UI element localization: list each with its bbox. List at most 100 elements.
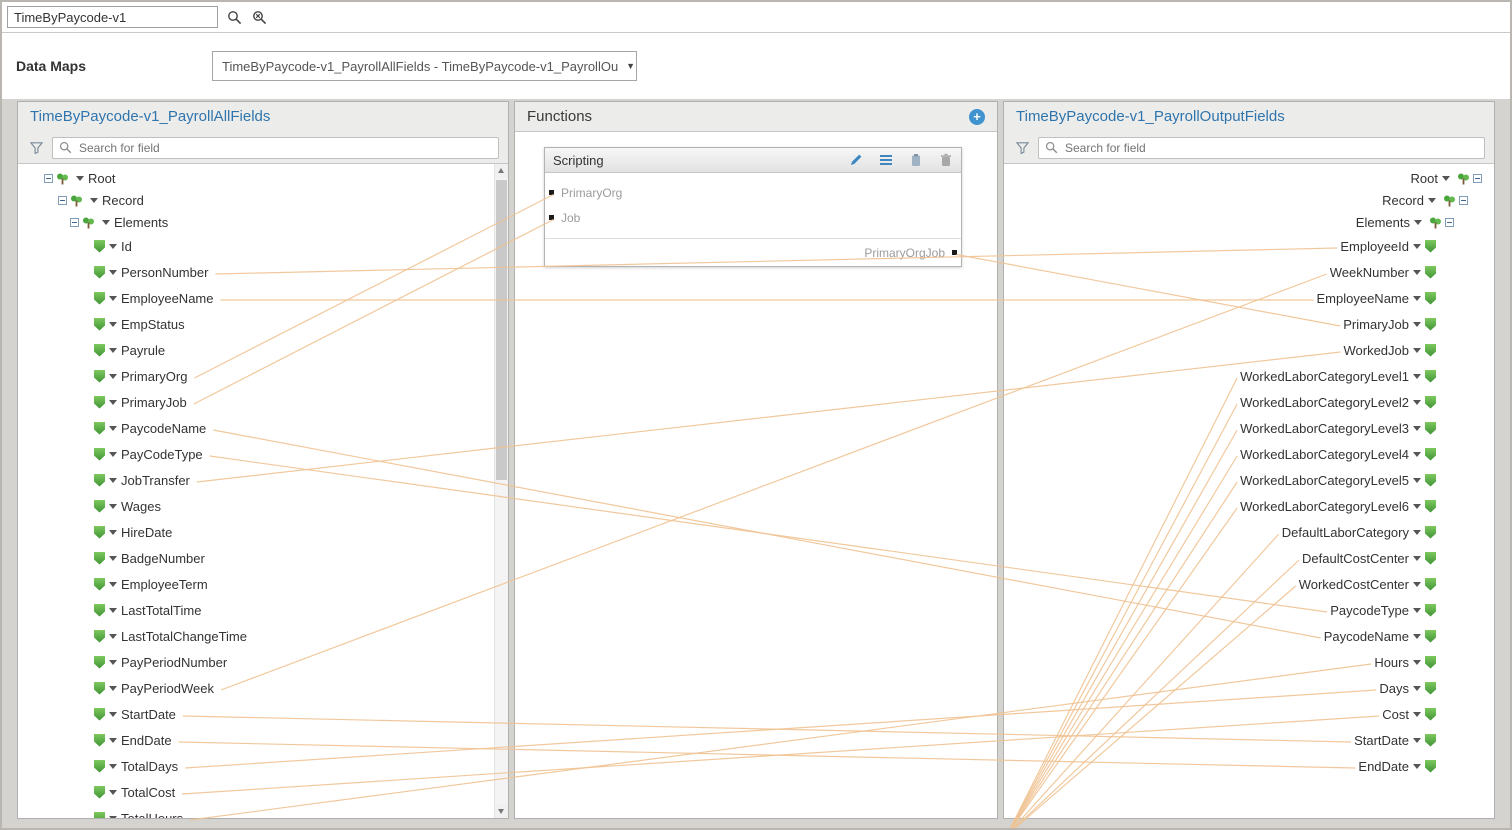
chevron-down-icon[interactable] [1413, 660, 1421, 665]
right-field-WorkedLaborCategoryLevel3[interactable]: WorkedLaborCategoryLevel3 [1004, 415, 1494, 441]
chevron-down-icon[interactable] [109, 296, 117, 301]
right-field-WorkedLaborCategoryLevel6[interactable]: WorkedLaborCategoryLevel6 [1004, 493, 1494, 519]
chevron-down-icon[interactable] [109, 374, 117, 379]
source-search-input[interactable] [52, 137, 499, 159]
chevron-down-icon[interactable] [109, 764, 117, 769]
chevron-down-icon[interactable] [109, 322, 117, 327]
left-field-Id[interactable]: Id [18, 233, 508, 259]
right-field-EmployeeId[interactable]: EmployeeId [1004, 233, 1494, 259]
left-field-HireDate[interactable]: HireDate [18, 519, 508, 545]
chevron-down-icon[interactable] [109, 790, 117, 795]
right-field-PrimaryJob[interactable]: PrimaryJob [1004, 311, 1494, 337]
chevron-down-icon[interactable] [1413, 452, 1421, 457]
right-field-WorkedLaborCategoryLevel1[interactable]: WorkedLaborCategoryLevel1 [1004, 363, 1494, 389]
left-field-EmployeeName[interactable]: EmployeeName [18, 285, 508, 311]
right-field-WorkedLaborCategoryLevel5[interactable]: WorkedLaborCategoryLevel5 [1004, 467, 1494, 493]
right-field-WorkedCostCenter[interactable]: WorkedCostCenter [1004, 571, 1494, 597]
function-input-1[interactable]: Job [545, 205, 961, 230]
chevron-down-icon[interactable] [1413, 738, 1421, 743]
minus-icon[interactable] [58, 196, 67, 205]
input-anchor[interactable] [549, 215, 554, 220]
destination-node-record[interactable]: Record [1004, 189, 1494, 211]
scroll-down-icon[interactable] [495, 804, 508, 818]
left-field-PrimaryJob[interactable]: PrimaryJob [18, 389, 508, 415]
chevron-down-icon[interactable] [1413, 634, 1421, 639]
right-field-EndDate[interactable]: EndDate [1004, 753, 1494, 779]
left-field-Wages[interactable]: Wages [18, 493, 508, 519]
chevron-down-icon[interactable] [102, 220, 110, 225]
chevron-down-icon[interactable] [1413, 270, 1421, 275]
chevron-down-icon[interactable] [76, 176, 84, 181]
chevron-down-icon[interactable] [1413, 608, 1421, 613]
scrollbar-thumb[interactable] [496, 180, 507, 480]
destination-node-elements[interactable]: Elements [1004, 211, 1494, 233]
chevron-down-icon[interactable] [1413, 322, 1421, 327]
scripting-function-box[interactable]: Scripting [544, 147, 962, 267]
chevron-down-icon[interactable] [1428, 198, 1436, 203]
function-output[interactable]: PrimaryOrgJob [545, 238, 961, 266]
source-node-root[interactable]: Root [18, 167, 508, 189]
left-field-BadgeNumber[interactable]: BadgeNumber [18, 545, 508, 571]
source-node-elements[interactable]: Elements [18, 211, 508, 233]
chevron-down-icon[interactable] [109, 608, 117, 613]
chevron-down-icon[interactable] [109, 556, 117, 561]
minus-icon[interactable] [1459, 196, 1468, 205]
chevron-down-icon[interactable] [1413, 478, 1421, 483]
left-field-EndDate[interactable]: EndDate [18, 727, 508, 753]
filter-icon[interactable] [27, 139, 45, 157]
source-scrollbar[interactable] [494, 164, 508, 818]
map-search-input[interactable] [7, 6, 218, 28]
source-node-record[interactable]: Record [18, 189, 508, 211]
minus-icon[interactable] [1445, 218, 1454, 227]
right-field-StartDate[interactable]: StartDate [1004, 727, 1494, 753]
right-field-PaycodeType[interactable]: PaycodeType [1004, 597, 1494, 623]
destination-search-input[interactable] [1038, 137, 1485, 159]
chevron-down-icon[interactable] [109, 244, 117, 249]
left-field-PayCodeType[interactable]: PayCodeType [18, 441, 508, 467]
minus-icon[interactable] [44, 174, 53, 183]
chevron-down-icon[interactable] [1413, 426, 1421, 431]
clear-search-icon[interactable] [250, 8, 268, 26]
left-field-TotalCost[interactable]: TotalCost [18, 779, 508, 805]
chevron-down-icon[interactable] [109, 634, 117, 639]
right-field-WeekNumber[interactable]: WeekNumber [1004, 259, 1494, 285]
chevron-down-icon[interactable] [1442, 176, 1450, 181]
chevron-down-icon[interactable] [109, 686, 117, 691]
input-anchor[interactable] [549, 190, 554, 195]
right-field-WorkedJob[interactable]: WorkedJob [1004, 337, 1494, 363]
edit-icon[interactable] [848, 153, 863, 168]
left-field-Payrule[interactable]: Payrule [18, 337, 508, 363]
chevron-down-icon[interactable] [109, 452, 117, 457]
left-field-PayPeriodWeek[interactable]: PayPeriodWeek [18, 675, 508, 701]
delete-icon[interactable] [938, 153, 953, 168]
chevron-down-icon[interactable] [1413, 296, 1421, 301]
chevron-down-icon[interactable] [1413, 556, 1421, 561]
search-icon[interactable] [225, 8, 243, 26]
chevron-down-icon[interactable] [1414, 220, 1422, 225]
left-field-StartDate[interactable]: StartDate [18, 701, 508, 727]
left-field-PayPeriodNumber[interactable]: PayPeriodNumber [18, 649, 508, 675]
chevron-down-icon[interactable] [109, 504, 117, 509]
chevron-down-icon[interactable] [1413, 712, 1421, 717]
chevron-down-icon[interactable] [1413, 374, 1421, 379]
left-field-JobTransfer[interactable]: JobTransfer [18, 467, 508, 493]
add-function-icon[interactable]: + [969, 109, 985, 125]
right-field-PaycodeName[interactable]: PaycodeName [1004, 623, 1494, 649]
left-field-TotalHours[interactable]: TotalHours [18, 805, 508, 818]
chevron-down-icon[interactable] [109, 270, 117, 275]
minus-icon[interactable] [70, 218, 79, 227]
chevron-down-icon[interactable] [1413, 400, 1421, 405]
filter-icon[interactable] [1013, 139, 1031, 157]
chevron-down-icon[interactable] [109, 348, 117, 353]
chevron-down-icon[interactable] [1413, 686, 1421, 691]
chevron-down-icon[interactable] [109, 712, 117, 717]
left-field-TotalDays[interactable]: TotalDays [18, 753, 508, 779]
list-icon[interactable] [878, 153, 893, 168]
chevron-down-icon[interactable] [109, 478, 117, 483]
chevron-down-icon[interactable] [1413, 764, 1421, 769]
right-field-DefaultLaborCategory[interactable]: DefaultLaborCategory [1004, 519, 1494, 545]
left-field-PaycodeName[interactable]: PaycodeName [18, 415, 508, 441]
destination-node-root[interactable]: Root [1004, 167, 1494, 189]
chevron-down-icon[interactable] [1413, 244, 1421, 249]
left-field-PersonNumber[interactable]: PersonNumber [18, 259, 508, 285]
